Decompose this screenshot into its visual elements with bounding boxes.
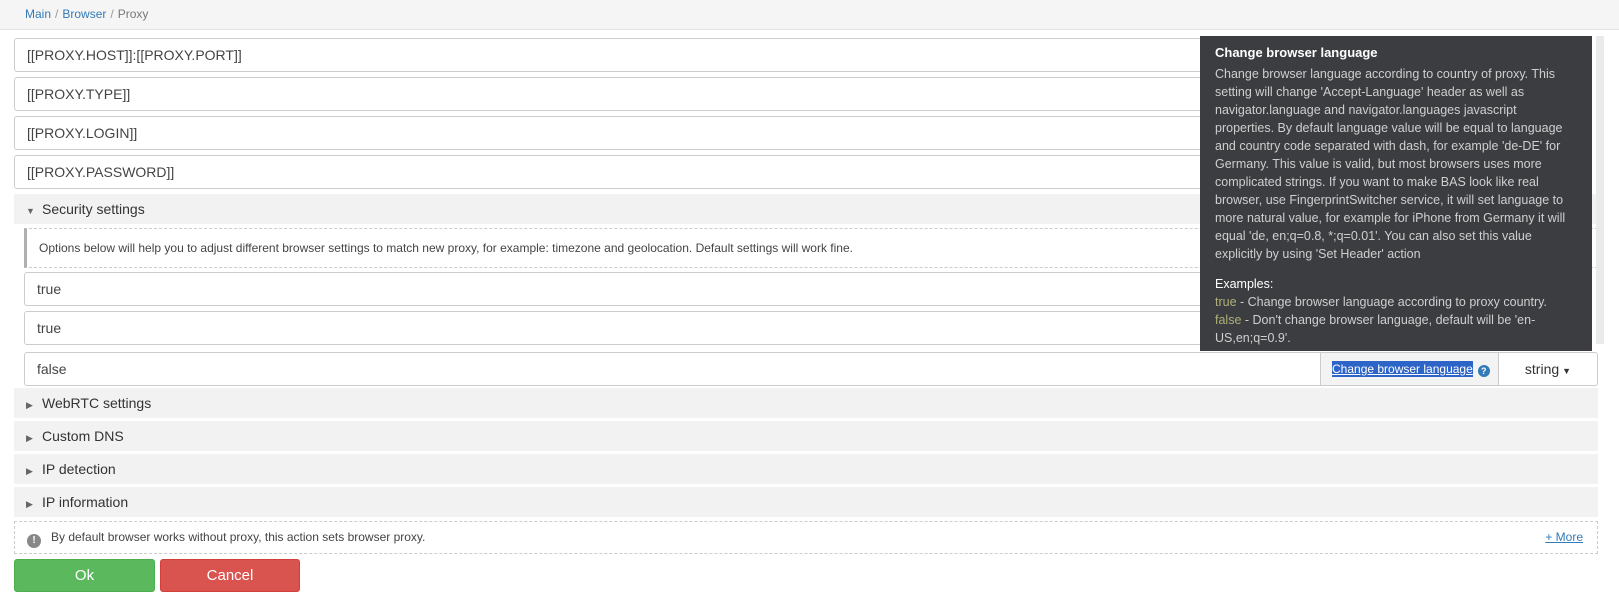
breadcrumb-browser[interactable]: Browser [62, 7, 106, 21]
tooltip-example-1: true - Change browser language according… [1215, 293, 1577, 311]
ip-detection-section[interactable]: ▶ IP detection [14, 454, 1598, 484]
section-label: WebRTC settings [42, 395, 152, 411]
tooltip-body: Change browser language according to cou… [1215, 67, 1566, 261]
tooltip-examples-title: Examples: [1215, 277, 1274, 291]
custom-dns-section[interactable]: ▶ Custom DNS [14, 421, 1598, 451]
language-label-text: Change browser language [1332, 361, 1473, 377]
section-label: IP detection [42, 461, 116, 477]
tooltip-title: Change browser language [1215, 45, 1378, 60]
security-value-field-1[interactable]: true [24, 272, 1224, 306]
type-dropdown-value: string [1524, 361, 1560, 377]
example-1-key: true [1215, 295, 1237, 309]
breadcrumb: Main / Browser / Proxy [0, 0, 1619, 30]
breadcrumb-main[interactable]: Main [25, 7, 51, 21]
cancel-button[interactable]: Cancel [160, 559, 300, 592]
example-1-text: - Change browser language according to p… [1236, 295, 1547, 309]
caret-right-icon: ▶ [26, 433, 33, 443]
help-icon[interactable]: ? [1477, 365, 1490, 377]
proxy-type-field[interactable]: [[PROXY.TYPE]] [14, 77, 1214, 111]
example-2-key: false [1215, 313, 1242, 327]
caret-right-icon: ▶ [26, 400, 33, 410]
example-2-text: - Don't change browser language, default… [1215, 313, 1536, 345]
caret-down-icon: ▼ [1562, 366, 1572, 376]
section-label: IP information [42, 494, 129, 510]
section-label: Custom DNS [42, 428, 124, 444]
ok-button[interactable]: Ok [14, 559, 155, 592]
more-link[interactable]: + More [1545, 522, 1583, 553]
info-text: By default browser works without proxy, … [51, 530, 426, 544]
caret-down-icon: ▼ [26, 206, 35, 216]
info-bar: ! By default browser works without proxy,… [14, 521, 1598, 554]
section-label: Security settings [42, 201, 145, 217]
caret-right-icon: ▶ [26, 466, 33, 476]
type-dropdown[interactable]: string ▼ [1498, 352, 1598, 386]
webrtc-settings-section[interactable]: ▶ WebRTC settings [14, 388, 1598, 418]
caret-right-icon: ▶ [26, 499, 33, 509]
proxy-password-field[interactable]: [[PROXY.PASSWORD]] [14, 155, 1214, 189]
security-value-field-2[interactable]: true [24, 311, 1224, 345]
breadcrumb-current: Proxy [117, 7, 149, 21]
breadcrumb-separator: / [110, 7, 114, 21]
proxy-host-port-field[interactable]: [[PROXY.HOST]]:[[PROXY.PORT]] [14, 38, 1214, 72]
tooltip-scrollbar[interactable] [1596, 36, 1604, 344]
breadcrumb-separator: / [55, 7, 59, 21]
change-browser-language-label: Change browser language? [1320, 352, 1498, 386]
ip-information-section[interactable]: ▶ IP information [14, 487, 1598, 517]
tooltip-example-2: false - Don't change browser language, d… [1215, 311, 1577, 347]
change-browser-language-field[interactable]: false [24, 352, 1321, 386]
proxy-login-field[interactable]: [[PROXY.LOGIN]] [14, 116, 1214, 150]
exclamation-icon: ! [27, 534, 41, 548]
help-tooltip: Change browser language Change browser l… [1200, 36, 1592, 351]
